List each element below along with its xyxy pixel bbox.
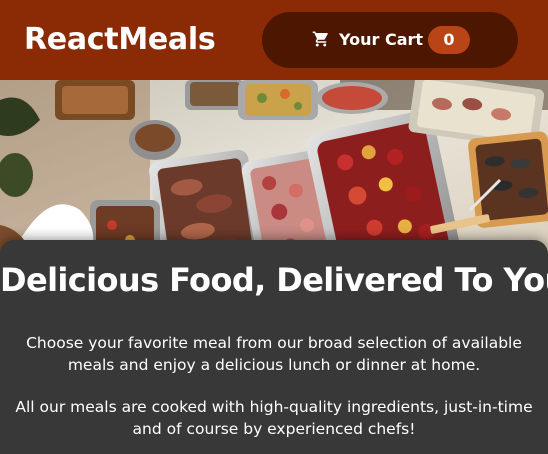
summary-paragraph-2: All our meals are cooked with high-quali… <box>15 398 533 438</box>
meals-summary-card: Delicious Food, Delivered To You Choose … <box>0 240 548 454</box>
page: ReactMeals Your Cart 0 Delicious Food, D… <box>0 0 548 454</box>
summary-title: Delicious Food, Delivered To You <box>0 261 548 299</box>
summary-paragraph-1: Choose your favorite meal from our broad… <box>26 334 522 374</box>
brand-title: ReactMeals <box>24 22 216 57</box>
cart-button[interactable]: Your Cart 0 <box>262 12 518 68</box>
cart-label: Your Cart <box>339 30 424 49</box>
app-header: ReactMeals Your Cart 0 <box>0 0 548 80</box>
shopping-cart-icon <box>312 30 330 48</box>
cart-count-badge: 0 <box>428 26 470 54</box>
